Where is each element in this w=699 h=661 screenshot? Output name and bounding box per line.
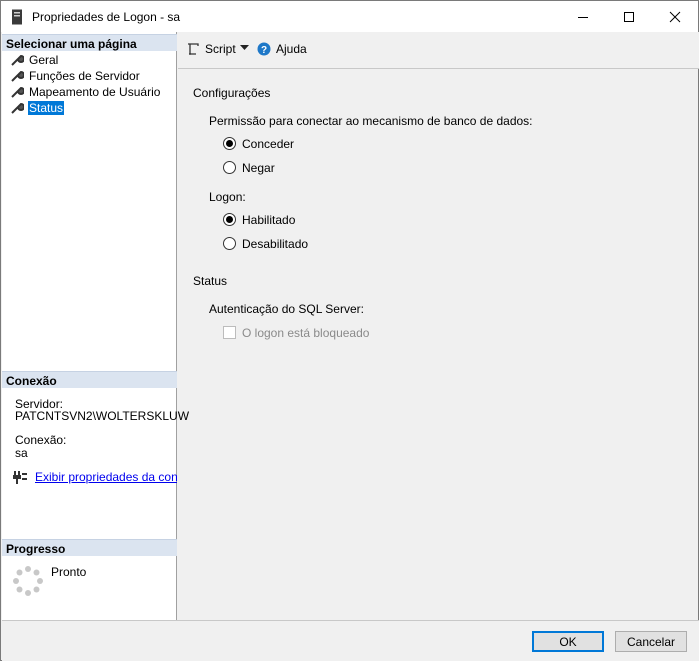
help-icon: ? <box>257 42 271 56</box>
page-item-label: Mapeamento de Usuário <box>29 85 161 99</box>
enabled-label[interactable]: Habilitado <box>242 213 295 227</box>
window-title: Propriedades de Logon - sa <box>32 10 181 24</box>
chevron-down-icon <box>240 45 249 50</box>
locked-checkbox[interactable] <box>223 326 236 339</box>
svg-text:?: ? <box>261 45 267 56</box>
select-page-header: Selecionar uma página <box>2 34 177 51</box>
disabled-radio[interactable] <box>223 237 236 250</box>
connection-value: sa <box>15 446 28 460</box>
progress-status: Pronto <box>51 565 87 579</box>
cancel-button[interactable]: Cancelar <box>615 631 687 652</box>
help-button[interactable]: ? Ajuda <box>257 42 307 56</box>
page-item-label: Status <box>28 101 65 115</box>
left-pane: Selecionar uma página Geral Funções de S… <box>2 32 189 620</box>
title-bar: Propriedades de Logon - sa <box>1 1 698 32</box>
wrench-icon <box>11 102 24 114</box>
grant-label[interactable]: Conceder <box>242 137 294 151</box>
dialog-footer: OK Cancelar <box>2 620 699 661</box>
server-icon <box>12 9 22 25</box>
connection-header: Conexão <box>2 371 177 388</box>
settings-section-title: Configurações <box>193 86 271 100</box>
enabled-radio[interactable] <box>223 213 236 226</box>
page-item-status[interactable]: Status <box>10 100 65 116</box>
page-item-label: Geral <box>29 53 59 67</box>
close-icon <box>669 11 681 22</box>
logon-label: Logon: <box>209 190 246 204</box>
maximize-button[interactable] <box>606 1 652 32</box>
script-label: Script <box>205 42 236 56</box>
deny-radio[interactable] <box>223 161 236 174</box>
permission-label: Permissão para conectar ao mecanismo de … <box>209 114 533 128</box>
wrench-icon <box>11 54 24 66</box>
page-item-user-mapping[interactable]: Mapeamento de Usuário <box>10 84 161 100</box>
maximize-icon <box>624 11 634 22</box>
progress-spinner-icon <box>13 566 43 596</box>
view-connection-properties-link[interactable]: Exibir propriedades da conexã <box>35 470 177 484</box>
script-dropdown-button[interactable] <box>240 45 249 51</box>
page-item-label: Funções de Servidor <box>29 69 140 83</box>
connection-plug-icon <box>13 471 27 484</box>
script-icon <box>188 43 199 55</box>
sql-auth-label: Autenticação do SQL Server: <box>209 302 364 316</box>
wrench-icon <box>11 86 24 98</box>
login-properties-window: Propriedades de Logon - sa Selecionar um… <box>0 0 699 661</box>
minimize-icon <box>578 16 588 18</box>
connection-label: Conexão: <box>15 433 67 447</box>
status-page-content: Configurações Permissão para conectar ao… <box>178 70 699 620</box>
progress-header: Progresso <box>2 539 177 556</box>
close-button[interactable] <box>652 1 698 32</box>
script-button[interactable]: Script <box>186 42 236 56</box>
page-item-general[interactable]: Geral <box>10 52 59 68</box>
minimize-button[interactable] <box>560 1 606 32</box>
toolbar: Script ? Ajuda <box>178 32 699 69</box>
locked-label: O logon está bloqueado <box>242 326 370 340</box>
page-item-server-roles[interactable]: Funções de Servidor <box>10 68 141 84</box>
disabled-label[interactable]: Desabilitado <box>242 237 308 251</box>
help-label: Ajuda <box>276 42 307 56</box>
ok-button[interactable]: OK <box>532 631 604 652</box>
status-section-title: Status <box>193 274 228 288</box>
server-value: PATCNTSVN2\WOLTERSKLUW <box>15 409 190 423</box>
grant-radio[interactable] <box>223 137 236 150</box>
deny-label[interactable]: Negar <box>242 161 275 175</box>
wrench-icon <box>11 70 24 82</box>
